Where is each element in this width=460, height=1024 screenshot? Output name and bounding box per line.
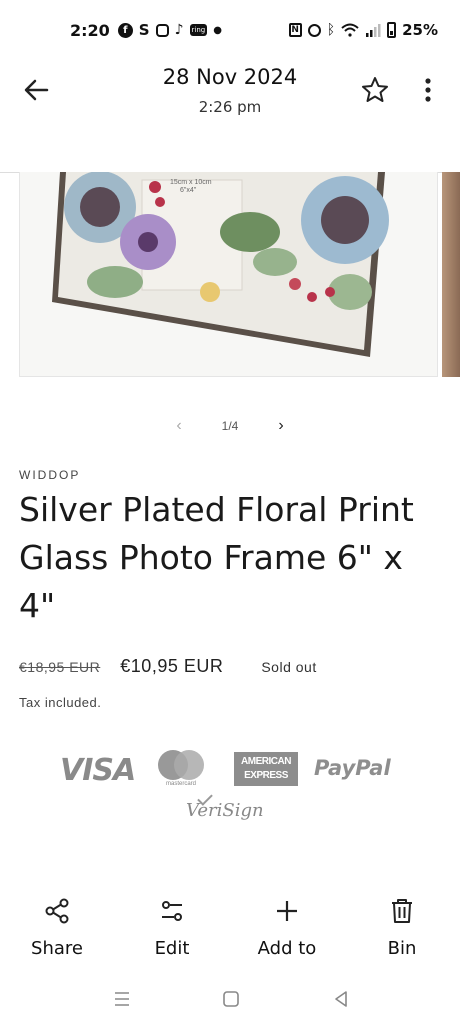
ring-icon: ring — [189, 24, 208, 36]
bin-label: Bin — [387, 938, 417, 959]
bluetooth-icon: ᛒ — [326, 22, 336, 38]
price-row: €18,95 EUR €10,95 EUR Sold out — [19, 656, 317, 677]
purple-flower — [120, 214, 176, 270]
photo-date: 28 Nov 2024 — [162, 65, 298, 89]
frame-size-label-in: 6"x4" — [180, 187, 197, 194]
bottom-action-bar: Share Edit Add to Bin — [0, 890, 460, 965]
next-image-preview[interactable] — [442, 172, 460, 377]
paypal-logo: PayPal — [314, 756, 391, 780]
verisign-logo: VeriSign — [186, 800, 264, 821]
bin-button[interactable]: Bin — [352, 890, 452, 965]
signal-icon — [366, 24, 381, 37]
share-button[interactable]: Share — [7, 890, 107, 965]
add-to-button[interactable]: Add to — [237, 890, 337, 965]
add-to-label: Add to — [257, 938, 317, 959]
share-icon — [45, 898, 69, 924]
recent-apps-icon[interactable] — [111, 988, 133, 1010]
amex-line-2: EXPRESS — [244, 770, 288, 781]
visa-logo: VISA — [60, 753, 136, 788]
mastercard-text: mastercard — [165, 781, 196, 787]
product-vendor: WIDDOP — [19, 468, 81, 482]
sale-price: €10,95 EUR — [120, 656, 224, 676]
instagram-icon — [155, 23, 169, 37]
tiktok-icon: ♪ — [174, 22, 184, 38]
nfc-icon: N — [288, 23, 302, 37]
sold-out-badge: Sold out — [261, 659, 317, 675]
status-bar: 2:20 f S ♪ ring ● N ᛒ 25% — [0, 0, 460, 60]
edit-label: Edit — [154, 938, 190, 959]
sunflower-right — [301, 176, 389, 264]
trash-icon — [392, 899, 412, 923]
more-options-icon[interactable] — [418, 75, 438, 105]
tax-note: Tax included. — [19, 695, 102, 710]
edit-button[interactable]: Edit — [122, 890, 222, 965]
frame-size-label-cm: 15cm x 10cm — [170, 179, 212, 186]
share-label: Share — [31, 938, 83, 959]
payment-logos: VISA mastercard AMERICAN EXPRESS PayPal — [0, 748, 460, 793]
skype-icon: S — [138, 21, 150, 39]
alarm-icon — [307, 23, 321, 37]
amex-logo: AMERICAN EXPRESS — [234, 752, 298, 786]
wifi-icon — [341, 23, 359, 37]
photo-time: 2:26 pm — [198, 98, 262, 116]
back-nav-icon[interactable] — [330, 988, 352, 1010]
plus-icon — [277, 901, 297, 921]
mastercard-logo: mastercard — [158, 750, 204, 790]
dot-icon: ● — [213, 24, 222, 36]
facebook-icon: f — [117, 22, 133, 38]
edit-icon — [162, 901, 182, 921]
battery-level: 25% — [402, 21, 438, 39]
original-price: €18,95 EUR — [19, 659, 101, 675]
battery-icon — [387, 22, 397, 38]
favorite-star-icon[interactable] — [360, 75, 390, 105]
app-header: 28 Nov 2024 2:26 pm — [0, 60, 460, 120]
previous-image-chevron-icon[interactable]: ‹ — [176, 417, 181, 435]
product-title: Silver Plated Floral Print Glass Photo F… — [19, 490, 414, 625]
pager-count: 1/4 — [221, 419, 239, 433]
status-time: 2:20 — [70, 20, 110, 40]
product-image[interactable]: 15cm x 10cm 6"x4" — [19, 172, 438, 377]
next-image-chevron-icon[interactable]: › — [278, 417, 283, 435]
notification-icons: f S ♪ ring ● — [117, 21, 222, 39]
amex-line-1: AMERICAN — [241, 756, 291, 767]
photo-frame-illustration: 15cm x 10cm 6"x4" — [20, 172, 437, 376]
image-pager: ‹ 1/4 › — [0, 415, 460, 437]
product-image-gallery[interactable]: 15cm x 10cm 6"x4" — [0, 172, 460, 382]
home-icon[interactable] — [220, 988, 242, 1010]
system-navigation-bar — [0, 980, 460, 1020]
system-icons: N ᛒ 25% — [288, 21, 438, 39]
